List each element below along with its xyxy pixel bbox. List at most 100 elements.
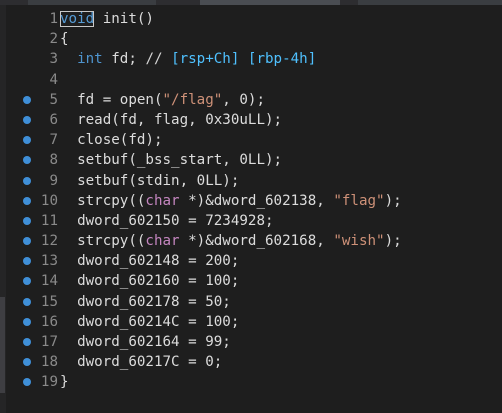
code-token: "/flag": [162, 91, 223, 108]
breakpoint-dot-icon[interactable]: [23, 237, 31, 246]
code-text: dword_602150 = 7234928;: [60, 211, 274, 231]
code-token: setbuf(_bss_start, 0LL);: [60, 152, 283, 169]
code-token: "flag": [333, 192, 385, 209]
breakpoint-dot-icon[interactable]: [23, 196, 31, 205]
code-token: dword_602148 = 200;: [60, 253, 240, 270]
code-token: *)&dword_602138,: [179, 192, 334, 209]
code-token: *)&dword_602168,: [179, 233, 334, 250]
code-line[interactable]: 10 strcpy((char *)&dword_602138, "flag")…: [6, 191, 502, 211]
code-line[interactable]: 17 dword_602164 = 99;: [6, 332, 502, 352]
code-token: void: [60, 11, 95, 27]
line-number: 17: [40, 334, 58, 350]
code-text: int fd; // [rsp+Ch] [rbp-4h]: [60, 49, 316, 69]
code-line[interactable]: 19}: [6, 372, 502, 392]
code-line[interactable]: 1 void init(): [6, 9, 502, 29]
line-number: 7: [49, 132, 58, 149]
code-text: dword_602178 = 50;: [60, 292, 231, 312]
line-number: 13: [40, 253, 58, 270]
code-text: {: [60, 29, 69, 49]
code-token: char: [145, 192, 180, 209]
breakpoint-dot-icon[interactable]: [23, 95, 31, 104]
code-line[interactable]: 2{: [6, 29, 502, 49]
code-line[interactable]: 13 dword_602148 = 200;: [6, 251, 502, 271]
code-token: );: [384, 192, 402, 209]
code-line[interactable]: 12 strcpy((char *)&dword_602168, "wish")…: [6, 231, 502, 251]
code-token: char: [145, 233, 180, 250]
line-number: 4: [49, 71, 58, 88]
breakpoint-dot-icon[interactable]: [23, 378, 31, 387]
code-token: }: [60, 374, 69, 391]
side-scrollbar[interactable]: [0, 297, 5, 393]
code-token: dword_602150 = 7234928;: [60, 212, 274, 229]
breakpoint-dot-icon[interactable]: [23, 358, 31, 367]
code-token: dword_60217C = 0;: [60, 354, 223, 371]
code-token: init(): [94, 11, 154, 27]
code-line[interactable]: 16 dword_60214C = 100;: [6, 312, 502, 332]
code-text: strcpy((char *)&dword_602168, "wish");: [60, 231, 402, 251]
breakpoint-dot-icon[interactable]: [23, 277, 31, 286]
line-number: 16: [40, 313, 58, 330]
line-number: 2: [49, 31, 58, 48]
breakpoint-dot-icon[interactable]: [23, 317, 31, 326]
tab-active[interactable]: [200, 0, 340, 5]
code-text: dword_602160 = 100;: [60, 271, 239, 291]
code-text: fd = open("/flag", 0);: [60, 90, 265, 110]
code-line[interactable]: 14 dword_602160 = 100;: [6, 271, 502, 291]
code-line[interactable]: 9 setbuf(stdin, 0LL);: [6, 171, 502, 191]
code-token: setbuf(stdin, 0LL);: [60, 172, 240, 189]
code-line[interactable]: 18 dword_60217C = 0;: [6, 352, 502, 372]
code-text: setbuf(_bss_start, 0LL);: [60, 150, 282, 170]
code-text: void init(): [60, 9, 154, 29]
breakpoint-dot-icon[interactable]: [23, 156, 31, 165]
code-text: }: [60, 372, 69, 392]
code-token: read(fd, flag, 0x30uLL);: [60, 111, 283, 128]
code-line[interactable]: 15 dword_602178 = 50;: [6, 292, 502, 312]
code-token: dword_602178 = 50;: [60, 293, 231, 310]
line-number: 15: [40, 293, 58, 310]
code-token: dword_60214C = 100;: [60, 313, 240, 330]
line-number: 19: [40, 374, 58, 391]
line-number: 6: [49, 111, 58, 128]
line-number: 18: [40, 354, 58, 371]
code-line[interactable]: 6 read(fd, flag, 0x30uLL);: [6, 110, 502, 130]
code-text: dword_60214C = 100;: [60, 312, 239, 332]
breakpoint-dot-icon[interactable]: [23, 257, 31, 266]
breakpoint-dot-icon[interactable]: [23, 176, 31, 185]
breakpoint-dot-icon[interactable]: [23, 115, 31, 124]
line-number: 9: [49, 172, 58, 189]
line-number: 1: [49, 11, 58, 27]
code-token: "wish": [333, 233, 385, 250]
code-text: close(fd);: [60, 130, 163, 150]
code-line[interactable]: 4: [6, 70, 502, 90]
code-token: //: [145, 51, 172, 68]
tab-bar: [0, 0, 502, 5]
breakpoint-dot-icon[interactable]: [23, 297, 31, 306]
tab-strings[interactable]: [358, 0, 502, 5]
code-token: );: [384, 233, 402, 250]
code-line[interactable]: 8 setbuf(_bss_start, 0LL);: [6, 150, 502, 170]
line-number: 11: [40, 212, 58, 229]
code-text: read(fd, flag, 0x30uLL);: [60, 110, 282, 130]
line-number: 5: [49, 91, 58, 108]
pseudocode-window: 1 void init() 2{3 int fd; // [rsp+Ch] [rbp…: [0, 0, 502, 413]
code-text: dword_602164 = 99;: [60, 332, 231, 352]
code-token: {: [60, 31, 69, 48]
tab-pseudocode[interactable]: [28, 0, 156, 5]
code-token: fd;: [102, 51, 146, 68]
line-number: 10: [40, 192, 58, 209]
breakpoint-dot-icon[interactable]: [23, 136, 31, 145]
code-line[interactable]: 5 fd = open("/flag", 0);: [6, 90, 502, 110]
code-editor[interactable]: 1 void init() 2{3 int fd; // [rsp+Ch] [rbp…: [6, 9, 502, 393]
line-number: 14: [40, 273, 58, 290]
code-token: [rsp+Ch] [rbp-4h]: [171, 51, 317, 68]
code-token: , 0);: [222, 91, 266, 108]
breakpoint-dot-icon[interactable]: [23, 338, 31, 346]
breakpoint-dot-icon[interactable]: [23, 216, 31, 225]
code-text: strcpy((char *)&dword_602138, "flag");: [60, 191, 402, 211]
code-text: dword_602148 = 200;: [60, 251, 239, 271]
code-line[interactable]: 3 int fd; // [rsp+Ch] [rbp-4h]: [6, 49, 502, 69]
code-line[interactable]: 7 close(fd);: [6, 130, 502, 150]
code-line[interactable]: 11 dword_602150 = 7234928;: [6, 211, 502, 231]
line-number: 8: [49, 152, 58, 169]
code-token: close(fd);: [60, 132, 163, 149]
